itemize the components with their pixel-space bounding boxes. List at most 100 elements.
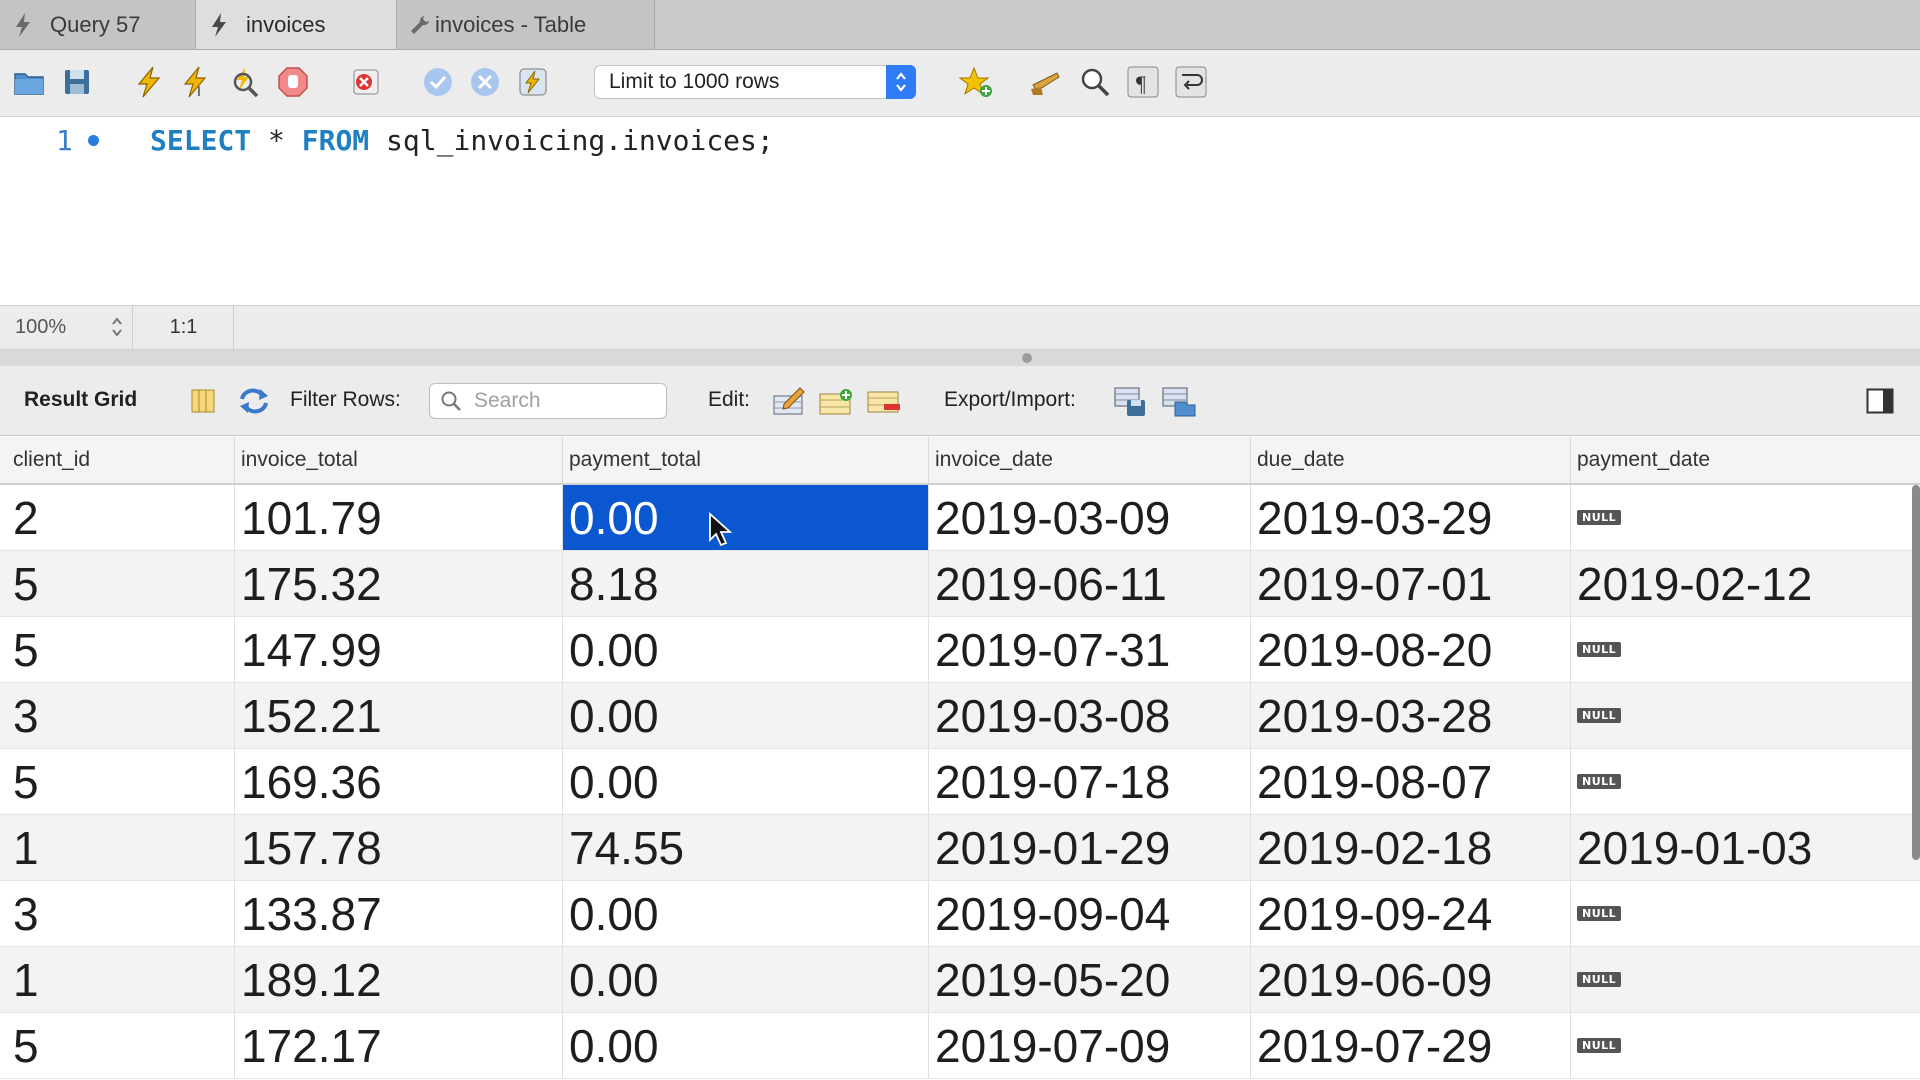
table-row[interactable]: 1 157.78 74.55 2019-01-29 2019-02-18 2019-01-… bbox=[0, 815, 1920, 881]
cell-due-date[interactable]: 2019-02-18 bbox=[1251, 815, 1571, 880]
cell-due-date[interactable]: 2019-09-24 bbox=[1251, 881, 1571, 946]
cell-due-date[interactable]: 2019-08-07 bbox=[1251, 749, 1571, 814]
stop-icon[interactable] bbox=[275, 64, 311, 100]
cell-client-id[interactable]: 1 bbox=[7, 947, 235, 1012]
table-row[interactable]: 5 172.17 0.00 2019-07-09 2019-07-29 NULL bbox=[0, 1013, 1920, 1079]
invisible-chars-icon[interactable]: ¶ bbox=[1125, 64, 1161, 100]
rollback-icon[interactable] bbox=[467, 64, 503, 100]
cell-payment-date[interactable]: NULL bbox=[1571, 1013, 1920, 1078]
cell-due-date[interactable]: 2019-03-29 bbox=[1251, 485, 1571, 550]
commit-icon[interactable] bbox=[420, 64, 456, 100]
cell-invoice-total[interactable]: 189.12 bbox=[235, 947, 563, 1012]
chevron-updown-icon[interactable] bbox=[110, 316, 124, 344]
cell-invoice-total[interactable]: 175.32 bbox=[235, 551, 563, 616]
column-header-client-id[interactable]: client_id bbox=[7, 437, 235, 483]
limit-rows-select[interactable]: Limit to 1000 rows bbox=[594, 65, 916, 99]
table-row[interactable]: 5 169.36 0.00 2019-07-18 2019-08-07 NULL bbox=[0, 749, 1920, 815]
cell-due-date[interactable]: 2019-07-01 bbox=[1251, 551, 1571, 616]
cell-client-id[interactable]: 5 bbox=[7, 1013, 235, 1078]
find-icon[interactable] bbox=[1077, 64, 1113, 100]
cell-invoice-date[interactable]: 2019-06-11 bbox=[929, 551, 1251, 616]
cell-payment-total[interactable]: 0.00 bbox=[563, 485, 929, 550]
column-header-invoice-total[interactable]: invoice_total bbox=[235, 437, 563, 483]
cell-invoice-total[interactable]: 169.36 bbox=[235, 749, 563, 814]
cell-payment-date[interactable]: NULL bbox=[1571, 683, 1920, 748]
cell-invoice-date[interactable]: 2019-03-08 bbox=[929, 683, 1251, 748]
cell-invoice-total[interactable]: 133.87 bbox=[235, 881, 563, 946]
refresh-icon[interactable] bbox=[236, 383, 272, 419]
cell-payment-date[interactable]: 2019-02-12 bbox=[1571, 551, 1920, 616]
cell-payment-total[interactable]: 0.00 bbox=[563, 749, 929, 814]
cell-invoice-date[interactable]: 2019-03-09 bbox=[929, 485, 1251, 550]
cell-payment-date[interactable]: NULL bbox=[1571, 947, 1920, 1012]
splitter-grip-icon[interactable] bbox=[1022, 353, 1032, 363]
cell-invoice-date[interactable]: 2019-07-09 bbox=[929, 1013, 1251, 1078]
column-header-payment-date[interactable]: payment_date bbox=[1571, 437, 1920, 483]
import-icon[interactable] bbox=[1161, 383, 1197, 419]
column-header-invoice-date[interactable]: invoice_date bbox=[929, 437, 1251, 483]
tab-invoices-table[interactable]: invoices - Table bbox=[397, 0, 655, 49]
explain-icon[interactable] bbox=[227, 64, 263, 100]
cell-payment-date[interactable]: NULL bbox=[1571, 617, 1920, 682]
table-row[interactable]: 5 147.99 0.00 2019-07-31 2019-08-20 NULL bbox=[0, 617, 1920, 683]
cell-invoice-date[interactable]: 2019-07-18 bbox=[929, 749, 1251, 814]
wrap-icon[interactable] bbox=[1173, 64, 1209, 100]
cell-payment-total[interactable]: 0.00 bbox=[563, 947, 929, 1012]
cell-client-id[interactable]: 5 bbox=[7, 617, 235, 682]
cell-invoice-date[interactable]: 2019-09-04 bbox=[929, 881, 1251, 946]
cell-client-id[interactable]: 2 bbox=[7, 485, 235, 550]
cell-invoice-date[interactable]: 2019-05-20 bbox=[929, 947, 1251, 1012]
cell-client-id[interactable]: 1 bbox=[7, 815, 235, 880]
cell-payment-date[interactable]: NULL bbox=[1571, 881, 1920, 946]
execute-icon[interactable] bbox=[131, 64, 167, 100]
table-row[interactable]: 5 175.32 8.18 2019-06-11 2019-07-01 2019-02-1… bbox=[0, 551, 1920, 617]
tab-invoices[interactable]: invoices bbox=[196, 0, 397, 49]
cell-due-date[interactable]: 2019-07-29 bbox=[1251, 1013, 1571, 1078]
cell-payment-date[interactable]: 2019-01-03 bbox=[1571, 815, 1920, 880]
cell-payment-total[interactable]: 0.00 bbox=[563, 683, 929, 748]
chevron-updown-icon[interactable] bbox=[886, 65, 916, 99]
cell-due-date[interactable]: 2019-03-28 bbox=[1251, 683, 1571, 748]
cell-payment-total[interactable]: 0.00 bbox=[563, 1013, 929, 1078]
export-icon[interactable] bbox=[1113, 383, 1149, 419]
table-row[interactable]: 1 189.12 0.00 2019-05-20 2019-06-09 NULL bbox=[0, 947, 1920, 1013]
cell-payment-date[interactable]: NULL bbox=[1571, 749, 1920, 814]
cell-due-date[interactable]: 2019-08-20 bbox=[1251, 617, 1571, 682]
beautify-broom-icon[interactable] bbox=[1028, 64, 1064, 100]
insert-row-icon[interactable] bbox=[818, 383, 854, 419]
delete-row-icon[interactable] bbox=[866, 383, 902, 419]
cell-payment-total[interactable]: 8.18 bbox=[563, 551, 929, 616]
cell-due-date[interactable]: 2019-06-09 bbox=[1251, 947, 1571, 1012]
column-header-payment-total[interactable]: payment_total bbox=[563, 437, 929, 483]
cell-payment-total[interactable]: 74.55 bbox=[563, 815, 929, 880]
filter-search-box[interactable] bbox=[429, 383, 667, 419]
autocommit-icon[interactable] bbox=[515, 64, 551, 100]
sql-editor[interactable]: 1 SELECT * FROM sql_invoicing.invoices; bbox=[0, 117, 1920, 305]
cell-client-id[interactable]: 3 bbox=[7, 683, 235, 748]
sql-statement[interactable]: SELECT * FROM sql_invoicing.invoices; bbox=[150, 124, 774, 157]
cell-invoice-date[interactable]: 2019-07-31 bbox=[929, 617, 1251, 682]
cell-invoice-total[interactable]: 101.79 bbox=[235, 485, 563, 550]
table-row[interactable]: 3 152.21 0.00 2019-03-08 2019-03-28 NULL bbox=[0, 683, 1920, 749]
table-row[interactable]: 3 133.87 0.00 2019-09-04 2019-09-24 NULL bbox=[0, 881, 1920, 947]
open-folder-icon[interactable] bbox=[11, 64, 47, 100]
cell-client-id[interactable]: 5 bbox=[7, 749, 235, 814]
toggle-sidebar-icon[interactable] bbox=[1862, 383, 1898, 419]
error-stop-icon[interactable] bbox=[348, 64, 384, 100]
cell-invoice-date[interactable]: 2019-01-29 bbox=[929, 815, 1251, 880]
zoom-control[interactable]: 100% bbox=[0, 306, 133, 349]
table-row[interactable]: 2 101.79 0.00 2019-03-09 2019-03-29 NULL bbox=[0, 485, 1920, 551]
column-header-due-date[interactable]: due_date bbox=[1251, 437, 1571, 483]
cell-client-id[interactable]: 3 bbox=[7, 881, 235, 946]
cell-payment-total[interactable]: 0.00 bbox=[563, 617, 929, 682]
pane-splitter[interactable] bbox=[0, 350, 1920, 366]
edit-row-icon[interactable] bbox=[771, 383, 807, 419]
cell-client-id[interactable]: 5 bbox=[7, 551, 235, 616]
vertical-scrollbar[interactable] bbox=[1912, 485, 1920, 860]
bookmark-star-icon[interactable] bbox=[958, 64, 994, 100]
execute-current-icon[interactable]: I bbox=[178, 64, 214, 100]
grid-columns-icon[interactable] bbox=[185, 383, 221, 419]
cell-payment-date[interactable]: NULL bbox=[1571, 485, 1920, 550]
cell-payment-total[interactable]: 0.00 bbox=[563, 881, 929, 946]
cell-invoice-total[interactable]: 172.17 bbox=[235, 1013, 563, 1078]
